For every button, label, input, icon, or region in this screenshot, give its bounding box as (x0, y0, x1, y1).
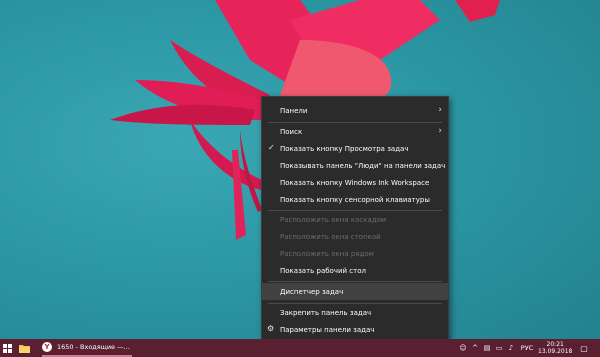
menu-item-label: Показать кнопку сенсорной клавиатуры (280, 195, 430, 204)
menu-item-label: Параметры панели задач (280, 325, 375, 334)
menu-item-stack: Расположить окна стопкой (262, 228, 448, 245)
chevron-right-icon: › (438, 105, 442, 115)
menu-item-label: Панели (280, 106, 308, 115)
menu-item-label: Показывать панель "Люди" на панели задач (280, 161, 446, 170)
menu-item-label: Показать рабочий стол (280, 266, 366, 275)
clock-date: 13.09.2018 (538, 348, 573, 355)
people-button[interactable]: ☺ (458, 339, 468, 357)
menu-item-panels[interactable]: Панели › (262, 102, 448, 119)
network-button[interactable]: ▤ (482, 339, 492, 357)
clock-time: 20:21 (546, 341, 564, 348)
speaker-icon: ♪ (508, 344, 514, 352)
gear-icon: ⚙ (267, 324, 275, 333)
menu-item-show-people[interactable]: Показывать панель "Люди" на панели задач (262, 157, 448, 174)
battery-button[interactable]: ▭ (494, 339, 504, 357)
menu-item-label: Показать кнопку Windows Ink Workspace (280, 178, 430, 187)
clock[interactable]: 20:21 13.09.2018 (538, 341, 572, 355)
network-icon: ▤ (483, 344, 491, 352)
tray-overflow-button[interactable]: ^ (470, 339, 480, 357)
menu-item-search[interactable]: Поиск › (262, 123, 448, 140)
taskbar-context-menu: Панели › Поиск › ✓ Показать кнопку Просм… (261, 96, 449, 342)
menu-item-show-task-view[interactable]: ✓ Показать кнопку Просмотра задач (262, 140, 448, 157)
folder-icon (18, 344, 30, 353)
language-indicator[interactable]: РУС (518, 339, 536, 357)
battery-icon: ▭ (495, 344, 503, 352)
menu-item-label: Закрепить панель задач (280, 308, 372, 317)
menu-item-label: Поиск (280, 127, 303, 136)
menu-item-label: Расположить окна рядом (280, 249, 374, 258)
file-explorer-button[interactable] (16, 339, 32, 357)
notification-icon: ▢ (580, 343, 588, 353)
menu-item-task-manager[interactable]: Диспетчер задач (262, 283, 448, 300)
windows-icon (2, 343, 12, 353)
menu-item-show-touch-keyboard[interactable]: Показать кнопку сенсорной клавиатуры (262, 191, 448, 208)
menu-item-side-by-side: Расположить окна рядом (262, 245, 448, 262)
menu-item-label: Показать кнопку Просмотра задач (280, 144, 409, 153)
volume-button[interactable]: ♪ (506, 339, 516, 357)
chevron-right-icon: › (438, 126, 442, 136)
menu-item-cascade: Расположить окна каскадом (262, 211, 448, 228)
people-icon: ☺ (459, 344, 467, 352)
action-center-button[interactable]: ▢ (578, 339, 590, 357)
taskbar-app-title: 1650 - Входящие —... (57, 343, 130, 351)
menu-item-lock-taskbar[interactable]: Закрепить панель задач (262, 304, 448, 321)
language-label: РУС (520, 344, 534, 352)
menu-separator (268, 281, 442, 282)
taskbar-app-yandex-mail[interactable]: Y 1650 - Входящие —... (42, 339, 132, 357)
checkmark-icon: ✓ (268, 143, 275, 152)
chevron-up-icon: ^ (472, 344, 478, 352)
yandex-browser-icon: Y (42, 342, 52, 352)
menu-item-label: Расположить окна каскадом (280, 215, 387, 224)
menu-item-label: Диспетчер задач (280, 287, 344, 296)
taskbar: Y 1650 - Входящие —... ☺ ^ ▤ ▭ ♪ РУС 20:… (0, 339, 600, 357)
menu-item-taskbar-settings[interactable]: ⚙ Параметры панели задач (262, 321, 448, 338)
menu-item-show-desktop[interactable]: Показать рабочий стол (262, 262, 448, 279)
menu-item-label: Расположить окна стопкой (280, 232, 381, 241)
start-button[interactable] (0, 339, 14, 357)
menu-item-show-ink-workspace[interactable]: Показать кнопку Windows Ink Workspace (262, 174, 448, 191)
